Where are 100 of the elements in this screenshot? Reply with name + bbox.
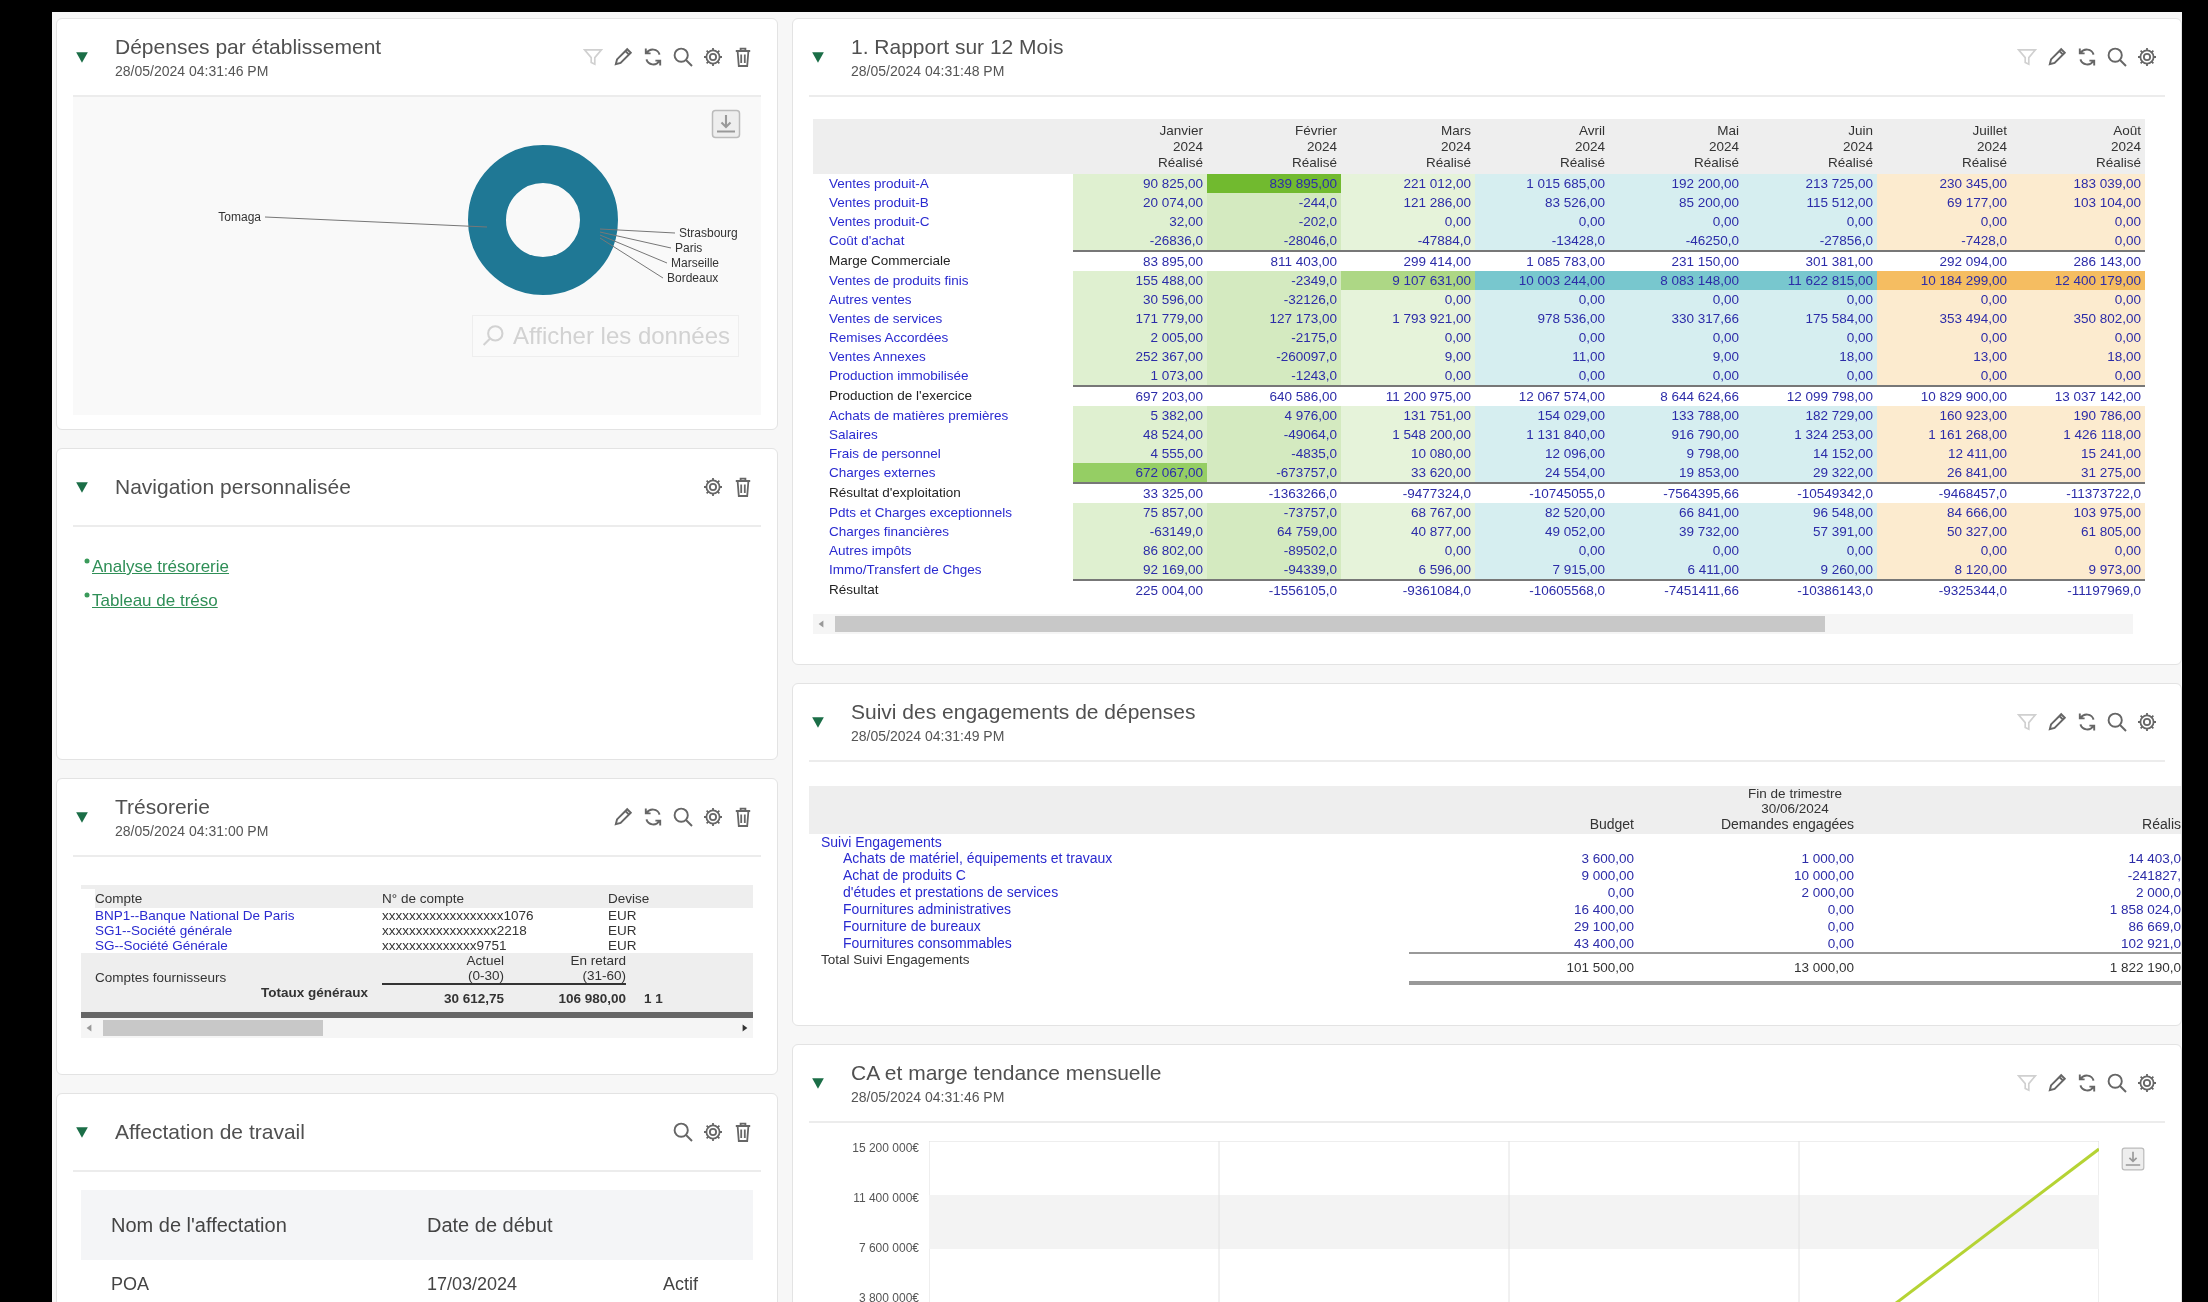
search-icon[interactable] (671, 45, 695, 69)
table-cell-text: -241827, (2126, 867, 2181, 884)
collapse-caret-icon[interactable] (811, 50, 825, 64)
scrollbar[interactable] (81, 1018, 753, 1038)
row-label[interactable]: Salaires (813, 424, 1073, 444)
table-cell: -673757,0 (1207, 462, 1341, 483)
table-cell: -26836,0 (1073, 230, 1207, 251)
row-label[interactable]: Remises Accordées (813, 327, 1073, 347)
settings-icon[interactable] (701, 1120, 725, 1144)
table-cell: -1556105,0 (1207, 579, 1341, 600)
table-cell: -9325344,0 (1877, 579, 2011, 600)
row-label: Totaux généraux (259, 985, 369, 1002)
search-icon[interactable] (2105, 45, 2129, 69)
search-icon[interactable] (2105, 710, 2129, 734)
row-label: Total Suivi Engagements (820, 952, 971, 969)
pencil-icon[interactable] (611, 45, 635, 69)
table-cell: 19 853,00 (1609, 462, 1743, 483)
table-cell: 24 554,00 (1475, 462, 1609, 483)
row-label[interactable]: Ventes de services (813, 308, 1073, 328)
table-cell-text: 10 000,00 (1792, 867, 1855, 884)
column-header: Avril 2024 Réalisé (1475, 119, 1609, 174)
table-cell-text: 14 403,0 (2127, 850, 2181, 867)
table-cell: 8 120,00 (1877, 559, 2011, 580)
row-label[interactable]: Fournitures administratives (809, 901, 1409, 918)
row-label[interactable]: Charges externes (813, 462, 1073, 483)
bullet-icon (83, 591, 91, 599)
collapse-caret-icon[interactable] (811, 1076, 825, 1090)
search-icon[interactable] (671, 805, 695, 829)
table-cell: -47884,0 (1341, 230, 1475, 251)
collapse-caret-icon[interactable] (75, 1125, 89, 1139)
table-cell-text: 9 000,00 (1580, 867, 1634, 884)
row-label[interactable]: Ventes Annexes (813, 346, 1073, 366)
column-header: Juillet 2024 Réalisé (1877, 119, 2011, 174)
table-cell: -7451411,66 (1609, 579, 1743, 600)
navigation-link[interactable]: Analyse trésorerie (92, 557, 229, 577)
image-export-icon[interactable] (711, 109, 741, 139)
collapse-caret-icon[interactable] (75, 810, 89, 824)
row-label[interactable]: Autres ventes (813, 289, 1073, 309)
panel-timestamp: 28/05/2024 04:31:46 PM (851, 1089, 1006, 1105)
search-icon[interactable] (2105, 1071, 2129, 1095)
table-cell: 83 895,00 (1073, 250, 1207, 271)
table-cell: -9361084,0 (1341, 579, 1475, 600)
table-cell-text: 30 612,75 (442, 990, 504, 1006)
panel-timestamp: 28/05/2024 04:31:46 PM (115, 63, 270, 79)
scrollbar[interactable] (813, 613, 2133, 634)
table-cell: 697 203,00 (1073, 385, 1207, 406)
table-cell: 0,00 (1341, 365, 1475, 386)
column-header: Mars 2024 Réalisé (1341, 119, 1475, 174)
column-header: N° de compte (382, 889, 608, 908)
panel-title: Dépenses par établissement (115, 35, 383, 59)
row-label[interactable]: Achats de matières premières (813, 405, 1073, 425)
row-label[interactable]: Ventes de produits finis (813, 270, 1073, 290)
row-label[interactable]: d'études et prestations de services (809, 884, 1409, 901)
settings-icon[interactable] (2135, 710, 2159, 734)
settings-icon[interactable] (701, 45, 725, 69)
row-label[interactable]: Ventes produit-A (813, 173, 1073, 193)
table-cell: 301 381,00 (1743, 250, 1877, 271)
table-cell: 9 260,00 (1743, 559, 1877, 580)
settings-icon[interactable] (701, 475, 725, 499)
pencil-icon[interactable] (2045, 710, 2069, 734)
row-label[interactable]: Autres impôts (813, 540, 1073, 560)
search-icon[interactable] (671, 1120, 695, 1144)
collapse-caret-icon[interactable] (75, 50, 89, 64)
row-label[interactable]: Charges financières (813, 521, 1073, 541)
pencil-icon[interactable] (611, 805, 635, 829)
settings-icon[interactable] (701, 805, 725, 829)
table-cell: -7428,0 (1877, 230, 2011, 251)
panel-title: Affectation de travail (115, 1120, 306, 1144)
table-cell: 672 067,00 (1073, 462, 1207, 483)
row-label[interactable]: Fourniture de bureaux (809, 918, 1409, 935)
collapse-caret-icon[interactable] (75, 480, 89, 494)
row-label[interactable]: Frais de personnel (813, 443, 1073, 463)
pencil-icon[interactable] (2045, 45, 2069, 69)
table-cell: -1243,0 (1207, 365, 1341, 386)
column-header: Nom de l'affectation (111, 1213, 288, 1237)
row-label[interactable]: Ventes produit-C (813, 211, 1073, 231)
table-cell: 0,00 (2011, 230, 2145, 251)
axis-tick-label: 3 800 000€ (857, 1291, 919, 1302)
table-cell-text: Actif (663, 1274, 699, 1295)
settings-icon[interactable] (2135, 45, 2159, 69)
table-cell: 0,00 (1475, 365, 1609, 386)
table-cell-text: 0,00 (1606, 884, 1634, 901)
row-label[interactable]: Pdts et Charges exceptionnels (813, 502, 1073, 522)
row-label[interactable]: Ventes produit-B (813, 192, 1073, 212)
row-label[interactable]: Fournitures consommables (809, 935, 1409, 952)
row-label[interactable]: Achats de matériel, équipements et travaux (809, 850, 1409, 867)
column-header: Demandes engagées (1719, 816, 1855, 834)
group-label[interactable]: Suivi Engagements (809, 834, 2181, 850)
pencil-icon[interactable] (2045, 1071, 2069, 1095)
table-cell: 286 143,00 (2011, 250, 2145, 271)
row-label[interactable]: Coût d'achat (813, 230, 1073, 251)
collapse-caret-icon[interactable] (811, 715, 825, 729)
row-label[interactable]: Achat de produits C (809, 867, 1409, 884)
navigation-link[interactable]: Tableau de tréso (92, 591, 218, 611)
row-label[interactable]: Immo/Transfert de Chges (813, 559, 1073, 580)
column-header: Janvier 2024 Réalisé (1073, 119, 1207, 174)
row-label[interactable]: Production immobilisée (813, 365, 1073, 386)
panel-title: Suivi des engagements de dépenses (851, 700, 1197, 724)
settings-icon[interactable] (2135, 1071, 2159, 1095)
table-cell: 13 000,00 (1634, 952, 1964, 985)
